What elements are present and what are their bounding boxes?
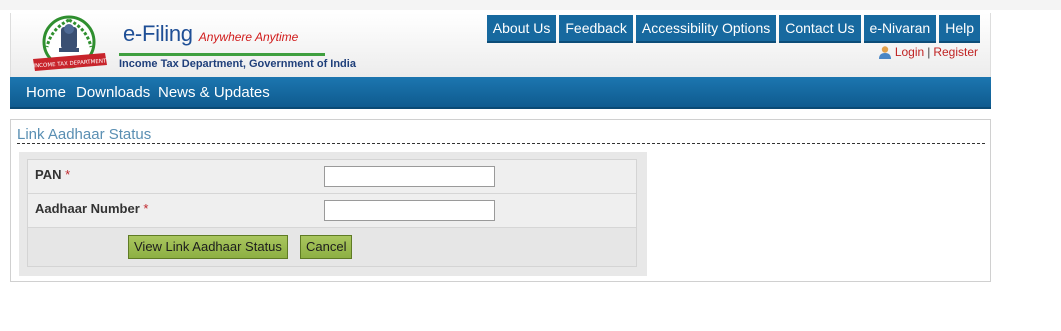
cancel-button[interactable]: Cancel [300,235,353,259]
main-nav-home[interactable]: Home [26,84,66,101]
view-link-aadhaar-status-button[interactable]: View Link Aadhaar Status [128,235,288,259]
nav-contact-us[interactable]: Contact Us [779,15,861,43]
pan-input[interactable] [324,166,495,187]
aadhaar-label: Aadhaar Number * [35,201,148,216]
brand-tagline: Anywhere Anytime [198,30,299,44]
brand-block: e-Filing Anywhere Anytime Income Tax Depa… [119,21,356,70]
nav-feedback[interactable]: Feedback [559,15,633,43]
link-aadhaar-form: PAN * Aadhaar Number * View Link Aadhaar… [27,159,637,267]
income-tax-emblem-icon: INCOME TAX DEPARTMENT [33,15,107,71]
pan-row: PAN * [28,160,636,194]
browser-top-strip [0,0,1061,10]
aadhaar-row: Aadhaar Number * [28,194,636,228]
login-link[interactable]: Login [895,45,924,59]
top-nav: About Us Feedback Accessibility Options … [486,15,980,43]
aadhaar-label-text: Aadhaar Number [35,201,140,216]
brand-title: e-Filing [123,21,193,46]
nav-accessibility-options[interactable]: Accessibility Options [635,15,777,43]
department-name: Income Tax Department, Government of Ind… [119,58,356,70]
site-header: INCOME TAX DEPARTMENT e-Filing Anywhere A… [10,13,991,77]
link-aadhaar-status-panel: Link Aadhaar Status PAN * Aadhaar Number… [10,119,991,282]
nav-e-nivaran[interactable]: e-Nivaran [863,15,937,43]
pan-label: PAN * [35,167,70,182]
user-icon [878,46,891,59]
auth-links: Login | Register [878,45,978,59]
main-nav-news-updates[interactable]: News & Updates [158,84,270,101]
aadhaar-required-mark: * [143,201,149,216]
auth-separator: | [927,45,931,59]
pan-label-text: PAN [35,167,62,182]
pan-required-mark: * [65,167,71,182]
site-header-frame: INCOME TAX DEPARTMENT e-Filing Anywhere A… [10,13,991,109]
brand-underline [119,53,325,56]
form-actions-row: View Link Aadhaar Status Cancel [28,228,636,266]
panel-title-divider [17,143,985,144]
panel-title: Link Aadhaar Status [17,126,152,143]
main-nav: Home Downloads News & Updates [10,77,991,109]
aadhaar-input[interactable] [324,200,495,221]
main-nav-downloads[interactable]: Downloads [76,84,150,101]
register-link[interactable]: Register [933,45,978,59]
nav-about-us[interactable]: About Us [486,15,557,43]
nav-help[interactable]: Help [939,15,980,43]
form-container: PAN * Aadhaar Number * View Link Aadhaar… [19,152,647,276]
